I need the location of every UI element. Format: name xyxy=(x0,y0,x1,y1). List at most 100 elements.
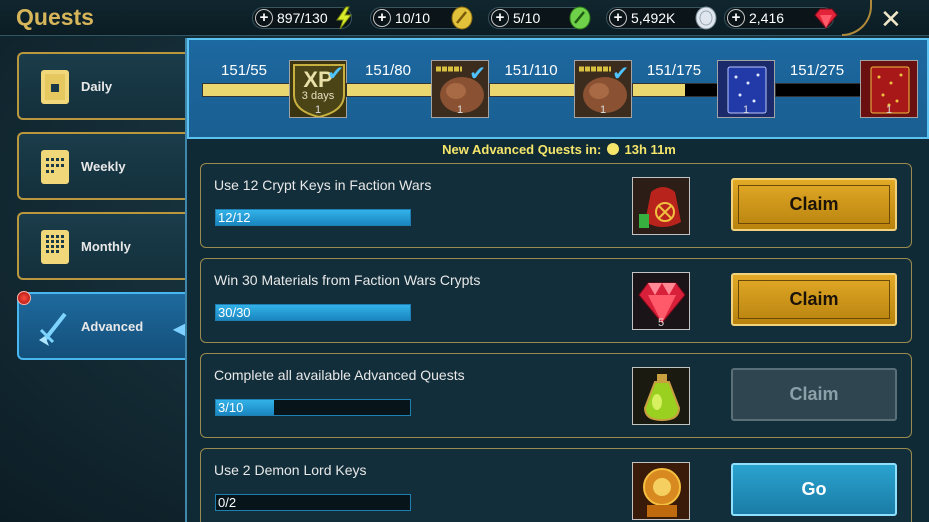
milestone-bar-fill xyxy=(633,84,686,96)
energy-icon xyxy=(336,6,353,30)
add-energy-button[interactable]: + xyxy=(255,9,273,27)
add-gold-key-button[interactable]: + xyxy=(373,9,391,27)
quest-progress-value: 3/10 xyxy=(218,400,244,415)
energy-resource[interactable]: + 897/130 xyxy=(252,6,353,30)
add-gem-button[interactable]: + xyxy=(727,9,745,27)
gem-resource[interactable]: + 2,416 xyxy=(724,7,838,29)
milestone-progress: 151/110 xyxy=(504,62,558,79)
milestone-reward[interactable]: XP 3 days ✔ 1 xyxy=(289,60,347,118)
sword-icon xyxy=(39,312,67,346)
scroll-icon xyxy=(41,70,69,104)
add-silver-button[interactable]: + xyxy=(609,9,627,27)
milestone-progress: 151/275 xyxy=(789,62,845,79)
milestone-bar-fill xyxy=(203,84,289,96)
add-green-key-button[interactable]: + xyxy=(491,9,509,27)
claimed-check-icon: ✔ xyxy=(469,63,486,85)
demon-lord-key-icon xyxy=(643,468,681,517)
claim-button[interactable]: Claim xyxy=(731,178,897,231)
timer-value: 13h 11m xyxy=(624,142,676,157)
tab-monthly-label: Monthly xyxy=(81,239,131,254)
milestone-progress: 151/55 xyxy=(221,62,267,79)
crypt-key-bag-icon xyxy=(639,187,681,228)
active-tab-arrow-icon: ◀ xyxy=(172,321,185,338)
quest-reward[interactable] xyxy=(632,462,690,520)
claim-button-disabled[interactable]: Claim xyxy=(731,368,897,421)
topbar-ornament xyxy=(842,0,872,36)
tab-monthly[interactable]: Monthly xyxy=(17,212,187,280)
silver-resource[interactable]: + 5,492K xyxy=(606,6,717,30)
close-button[interactable]: ✕ xyxy=(880,4,902,35)
green-key-value: 5/10 xyxy=(513,10,541,26)
gold-key-icon xyxy=(451,6,473,30)
reward-count: 5 xyxy=(657,317,665,329)
energy-value: 897/130 xyxy=(277,10,328,26)
quest-description: Use 12 Crypt Keys in Faction Wars xyxy=(214,177,432,193)
refresh-timer: New Advanced Quests in: 13h 11m xyxy=(187,142,929,157)
green-key-resource[interactable]: + 5/10 xyxy=(488,6,591,30)
milestone-reward[interactable]: ✔ 1 xyxy=(431,60,489,118)
tab-weekly[interactable]: Weekly xyxy=(17,132,187,200)
milestone-reward[interactable]: 1 xyxy=(860,60,918,118)
milestone-bar xyxy=(775,83,861,97)
quest-progress-bar: 12/12 xyxy=(215,209,411,226)
quest-progress-value: 12/12 xyxy=(218,210,251,225)
quest-card: Use 12 Crypt Keys in Faction Wars 12/12 … xyxy=(200,163,912,248)
tab-advanced[interactable]: Advanced ◀ xyxy=(17,292,187,360)
gem-value: 2,416 xyxy=(749,10,785,26)
quest-card: Complete all available Advanced Quests 3… xyxy=(200,353,912,438)
milestone-bar xyxy=(346,83,432,97)
reward-count: 1 xyxy=(599,104,607,116)
quest-description: Complete all available Advanced Quests xyxy=(214,367,465,383)
claimed-check-icon: ✔ xyxy=(612,63,629,85)
quest-progress-bar: 0/2 xyxy=(215,494,411,511)
tab-advanced-label: Advanced xyxy=(81,319,144,334)
milestone-progress: 151/175 xyxy=(646,62,702,79)
quest-reward[interactable]: 5 xyxy=(632,272,690,330)
quest-card: Use 2 Demon Lord Keys 0/2 Go xyxy=(200,448,912,522)
milestone-bar xyxy=(632,83,718,97)
quest-reward[interactable] xyxy=(632,367,690,425)
quest-progress-bar: 3/10 xyxy=(215,399,411,416)
milestone-progress: 151/80 xyxy=(365,62,411,79)
milestone-bar xyxy=(202,83,290,97)
tab-daily-label: Daily xyxy=(81,79,113,94)
go-button[interactable]: Go xyxy=(731,463,897,516)
gem-icon xyxy=(814,8,838,29)
notification-dot xyxy=(17,291,31,305)
claim-button[interactable]: Claim xyxy=(731,273,897,326)
claimed-check-icon: ✔ xyxy=(327,63,344,85)
milestone-bar-fill xyxy=(490,84,574,96)
reward-count: 1 xyxy=(885,104,893,116)
silver-icon xyxy=(695,6,717,30)
milestone-track: 151/55 XP 3 days ✔ 1 151/80 ✔ 1 151/110 xyxy=(187,38,929,139)
quest-panel: 151/55 XP 3 days ✔ 1 151/80 ✔ 1 151/110 xyxy=(185,38,929,522)
quest-card: Win 30 Materials from Faction Wars Crypt… xyxy=(200,258,912,343)
milestone-bar-fill xyxy=(347,84,431,96)
tab-weekly-label: Weekly xyxy=(81,159,126,174)
milestone-reward[interactable]: 1 xyxy=(717,60,775,118)
reward-count: 1 xyxy=(456,104,464,116)
silver-value: 5,492K xyxy=(631,10,676,26)
milestone-bar xyxy=(489,83,575,97)
xp-potion-icon xyxy=(643,374,681,422)
quest-progress-value: 0/2 xyxy=(218,495,237,510)
tab-daily[interactable]: Daily xyxy=(17,52,187,120)
xp-duration: 3 days xyxy=(301,90,335,102)
green-key-icon xyxy=(569,6,591,30)
top-bar: Quests + 897/130 + 10/10 + 5/10 + 5,492K… xyxy=(0,0,929,36)
clock-icon xyxy=(606,143,619,155)
timer-label: New Advanced Quests in: xyxy=(442,142,602,157)
quest-progress-bar: 30/30 xyxy=(215,304,411,321)
gold-key-value: 10/10 xyxy=(395,10,431,26)
quest-description: Win 30 Materials from Faction Wars Crypt… xyxy=(214,272,481,288)
calendar-scroll-icon xyxy=(41,150,69,184)
quest-description: Use 2 Demon Lord Keys xyxy=(214,462,367,478)
gold-key-resource[interactable]: + 10/10 xyxy=(370,6,473,30)
milestone-reward[interactable]: ✔ 1 xyxy=(574,60,632,118)
calendar-scroll-icon xyxy=(41,230,69,264)
reward-count: 1 xyxy=(742,104,750,116)
page-title: Quests xyxy=(16,4,94,30)
quest-progress-value: 30/30 xyxy=(218,305,251,320)
reward-count: 1 xyxy=(314,104,322,116)
quest-reward[interactable] xyxy=(632,177,690,235)
